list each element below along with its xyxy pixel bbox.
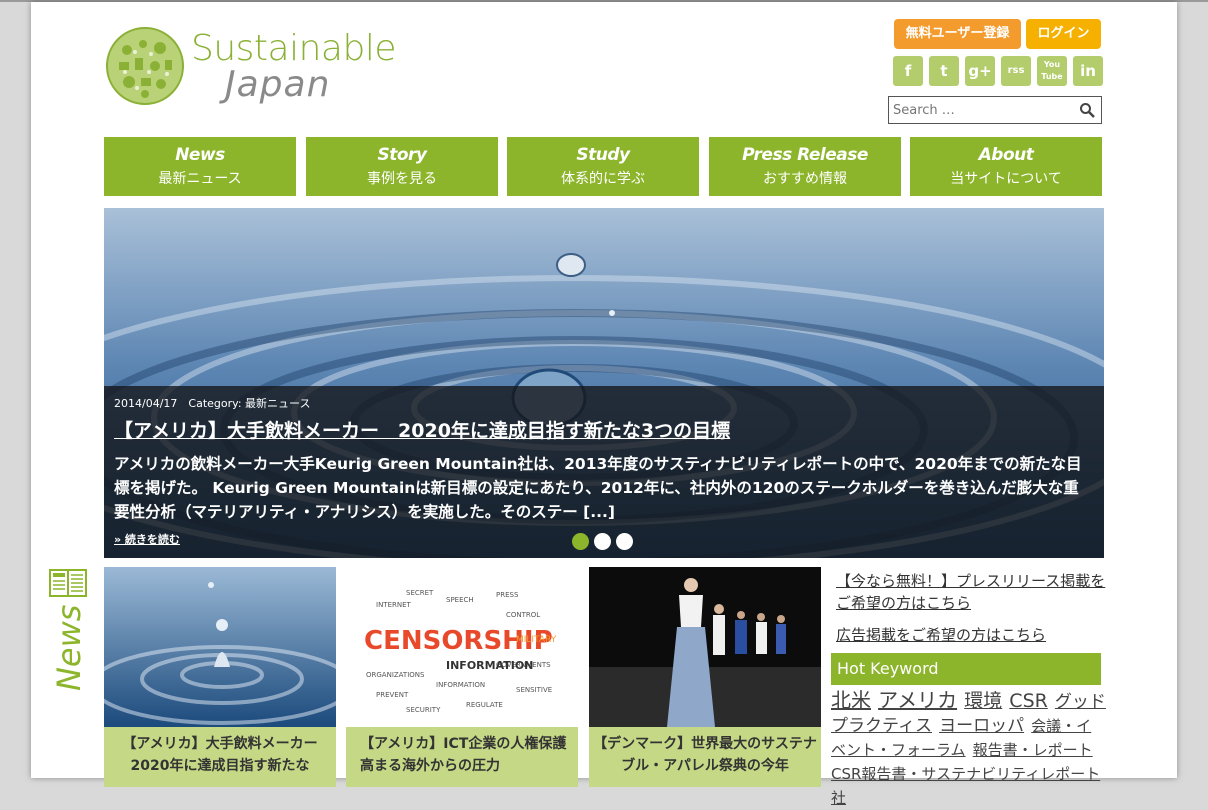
card-image-wordcloud: INTERNET PRESS SECRET CONTROL ORGANIZATIONS… xyxy=(346,567,578,727)
nav-item-news[interactable]: News 最新ニュース xyxy=(104,137,296,196)
hot-keyword-heading: Hot Keyword xyxy=(831,653,1101,685)
nav-label-jp: 最新ニュース xyxy=(158,171,242,187)
card-image-runway xyxy=(589,567,821,727)
login-button[interactable]: ログイン xyxy=(1026,19,1101,49)
nav-label-jp: 当サイトについて xyxy=(950,171,1062,187)
globe-logo-icon xyxy=(106,27,184,105)
linkedin-icon[interactable]: in xyxy=(1073,56,1103,86)
keyword-link[interactable]: CSR xyxy=(1009,690,1048,712)
facebook-icon[interactable]: f xyxy=(893,56,923,86)
svg-text:SENSITIVE: SENSITIVE xyxy=(516,686,552,694)
nav-label-jp: 事例を見る xyxy=(367,171,437,187)
hero-meta: 2014/04/17 Category: 最新ニュース xyxy=(114,397,311,410)
card-title: 【デンマーク】世界最大のサステナブル・アパレル祭典の今年 xyxy=(589,727,821,787)
register-button[interactable]: 無料ユーザー登録 xyxy=(894,19,1021,49)
news-section-label: News xyxy=(49,568,89,698)
svg-text:CONTROL: CONTROL xyxy=(506,611,540,619)
page-container: Sustainable Japan 無料ユーザー登録 ログイン f t g+ r… xyxy=(31,2,1177,807)
svg-text:REGULATE: REGULATE xyxy=(466,701,503,709)
slider-dot-2[interactable] xyxy=(594,533,611,550)
nav-label-en: Press Release xyxy=(742,145,868,165)
keyword-link[interactable]: 環境 xyxy=(964,690,1002,712)
social-links: f t g+ rss You Tube in xyxy=(893,56,1105,88)
svg-text:PRESS: PRESS xyxy=(496,591,519,599)
keyword-link[interactable]: ヨーロッパ xyxy=(939,716,1024,736)
search-icon[interactable] xyxy=(1079,102,1095,118)
keyword-link[interactable]: アメリカ xyxy=(878,688,957,712)
svg-text:ORGANIZATIONS: ORGANIZATIONS xyxy=(366,671,425,679)
svg-text:MILITARY: MILITARY xyxy=(516,635,557,645)
card-title: 【アメリカ】ICT企業の人権保護 高まる海外からの圧力 xyxy=(346,727,580,787)
nav-item-story[interactable]: Story 事例を見る xyxy=(306,137,498,196)
nav-item-about[interactable]: About 当サイトについて xyxy=(910,137,1102,196)
slider-dot-1[interactable] xyxy=(572,533,589,550)
read-more-link[interactable]: » 続きを読む xyxy=(114,531,180,547)
rss-icon[interactable]: rss xyxy=(1001,56,1031,86)
hero-title-link[interactable]: 【アメリカ】大手飲料メーカー 2020年に達成目指す新たな3つの目標 xyxy=(114,416,730,443)
hero-excerpt: アメリカの飲料メーカー大手Keurig Green Mountain社は、201… xyxy=(114,455,1082,521)
site-logo[interactable]: Sustainable Japan xyxy=(105,26,415,110)
nav-label-jp: おすすめ情報 xyxy=(763,171,847,187)
nav-item-press-release[interactable]: Press Release おすすめ情報 xyxy=(709,137,901,196)
nav-label-en: Study xyxy=(576,145,630,165)
youtube-icon[interactable]: You Tube xyxy=(1037,56,1067,86)
newspaper-icon xyxy=(49,569,87,597)
svg-text:INFORMATION: INFORMATION xyxy=(436,681,485,689)
main-nav: News 最新ニュース Story 事例を見る Study 体系的に学ぶ Pre… xyxy=(104,137,1103,196)
news-card[interactable]: 【デンマーク】世界最大のサステナブル・アパレル祭典の今年 xyxy=(589,567,821,787)
svg-text:PREVENT: PREVENT xyxy=(376,691,409,699)
card-image-water xyxy=(104,567,336,727)
search-box xyxy=(888,96,1102,124)
search-input[interactable] xyxy=(893,100,1073,120)
nav-item-study[interactable]: Study 体系的に学ぶ xyxy=(507,137,699,196)
keyword-cloud: 北米 アメリカ 環境 CSR グッドプラクティス ヨーロッパ 会議・イベント・フ… xyxy=(831,688,1106,810)
nav-label-en: Story xyxy=(377,145,427,165)
logo-text-japan: Japan xyxy=(225,64,331,105)
press-release-free-link[interactable]: 【今なら無料！】プレスリリース掲載をご希望の方はこちら xyxy=(836,570,1106,614)
nav-label-jp: 体系的に学ぶ xyxy=(561,171,645,187)
hero-slider[interactable]: 2014/04/17 Category: 最新ニュース 【アメリカ】大手飲料メー… xyxy=(104,208,1104,558)
keyword-link[interactable]: 社 xyxy=(831,789,846,807)
news-card[interactable]: INTERNET PRESS SECRET CONTROL ORGANIZATIONS… xyxy=(346,567,580,787)
nav-label-en: About xyxy=(978,145,1034,165)
logo-text-sustainable: Sustainable xyxy=(191,28,396,69)
svg-text:INFORMATION: INFORMATION xyxy=(446,659,533,672)
keyword-link[interactable]: 報告書・レポート xyxy=(973,741,1093,759)
nav-label-en: News xyxy=(175,145,225,165)
news-vertical-label: News xyxy=(50,604,88,691)
advertising-link[interactable]: 広告掲載をご希望の方はこちら xyxy=(836,624,1106,646)
svg-text:SPEECH: SPEECH xyxy=(446,596,474,604)
svg-text:SECURITY: SECURITY xyxy=(406,706,441,714)
svg-text:SECRET: SECRET xyxy=(406,589,434,597)
twitter-icon[interactable]: t xyxy=(929,56,959,86)
google-plus-icon[interactable]: g+ xyxy=(965,56,995,86)
keyword-link[interactable]: 北米 xyxy=(831,688,871,712)
svg-text:INTERNET: INTERNET xyxy=(376,601,412,609)
slider-dot-3[interactable] xyxy=(616,533,633,550)
card-title: 【アメリカ】大手飲料メーカー 2020年に達成目指す新たな xyxy=(104,727,336,787)
news-card[interactable]: 【アメリカ】大手飲料メーカー 2020年に達成目指す新たな xyxy=(104,567,336,787)
keyword-link[interactable]: CSR報告書・サステナビリティレポート xyxy=(831,765,1100,783)
